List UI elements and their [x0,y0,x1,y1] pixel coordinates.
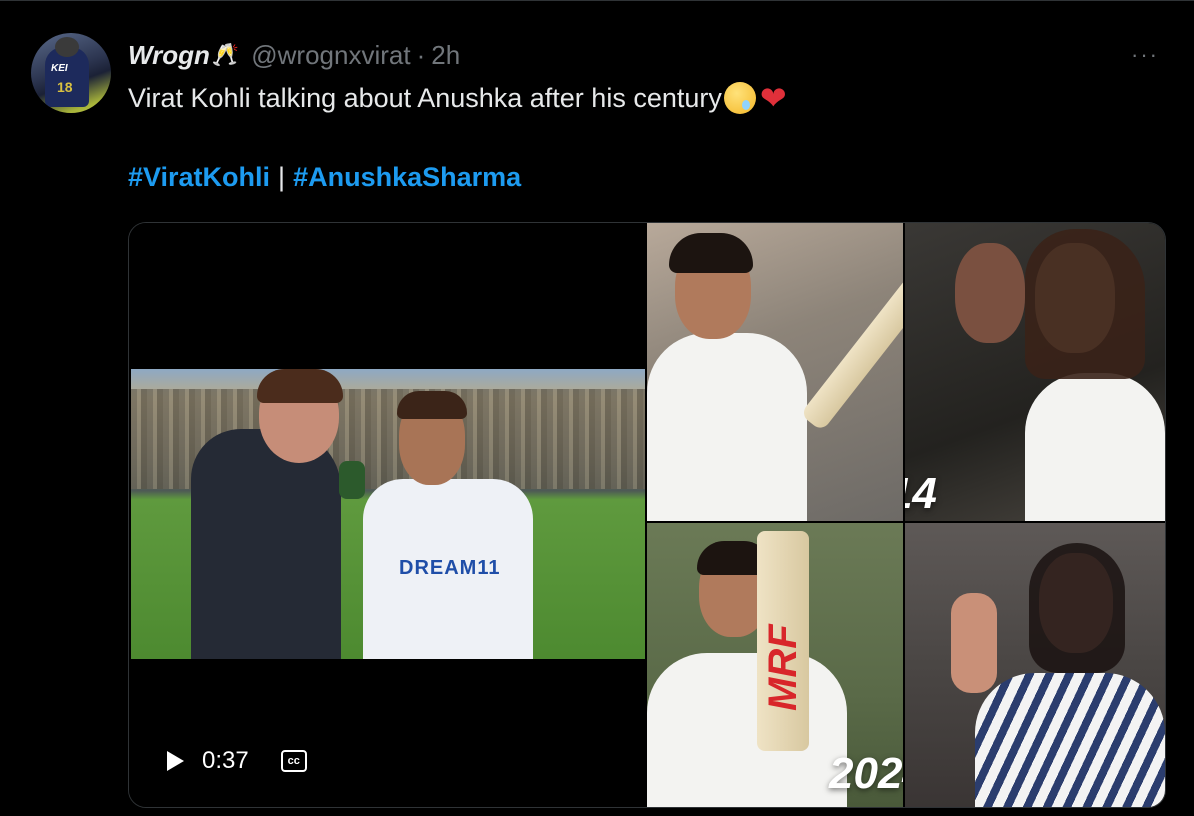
avatar-jersey-number: 18 [57,79,73,95]
header-separator: · [416,39,426,70]
hashtags: #ViratKohli | #AnushkaSharma [128,162,521,193]
photo-2024-player[interactable]: MRF 2024 [647,523,903,807]
man-face [955,243,1025,343]
closed-captions-icon[interactable]: cc [280,750,307,772]
photo-collage[interactable]: 2014 MRF 2024 [647,223,1165,807]
year-label-2014: 2014 [905,469,937,518]
red-heart-emoji-icon: ❤ [759,80,787,116]
avatar-helmet [55,37,79,57]
tweet-timestamp[interactable]: 2h [431,40,460,71]
presenter-hair [257,369,343,403]
woman-striped-top [975,673,1165,807]
tweet-text: Virat Kohli talking about Anushka after … [128,82,787,114]
tweet-text-body: Virat Kohli talking about Anushka after … [128,82,722,113]
hashtag-viratkohli[interactable]: #ViratKohli [128,162,270,193]
bat-icon [799,264,903,432]
photo-2014-anushka[interactable]: 2014 [905,223,1165,521]
jersey-sponsor-text: DREAM11 [399,557,501,579]
microphone-icon [339,461,365,499]
clinking-glasses-icon: 🥂 [211,42,240,67]
hashtag-separator: | [278,162,286,192]
display-name[interactable]: Wrogn [128,40,210,71]
tweet-header: Wrogn 🥂 @wrognxvirat · 2h [128,40,460,70]
crying-face-emoji-icon [723,82,756,114]
photo-2014-player[interactable] [647,223,903,521]
photo-2024-anushka[interactable] [905,523,1165,807]
player-shirt [647,653,847,807]
hashtag-anushkasharma[interactable]: #AnushkaSharma [293,162,521,193]
media-container: DREAM11 0:37 cc 2014 MRF 2024 [128,222,1166,808]
more-options-icon[interactable]: ··· [1128,40,1162,70]
bat-brand-label: MRF [761,624,805,711]
year-label-2024: 2024 [829,749,903,798]
video-controls: 0:37 cc [159,741,307,781]
woman-hair [1029,543,1125,673]
video-player[interactable]: DREAM11 0:37 cc [129,223,645,807]
top-divider [0,0,1194,1]
woman-hair [1025,229,1145,379]
play-icon[interactable] [167,751,184,771]
woman-top [1025,373,1165,521]
avatar[interactable]: KEI 18 [31,33,111,113]
video-frame[interactable]: DREAM11 [131,369,645,659]
avatar-jersey-text: KEI [51,63,68,74]
user-handle[interactable]: @wrognxvirat [251,40,410,71]
player-shirt [647,333,807,521]
player-hair [397,391,467,419]
video-duration: 0:37 [202,747,249,774]
player-hair [669,233,753,273]
presenter-figure [191,429,341,659]
clapping-hands [951,593,997,693]
